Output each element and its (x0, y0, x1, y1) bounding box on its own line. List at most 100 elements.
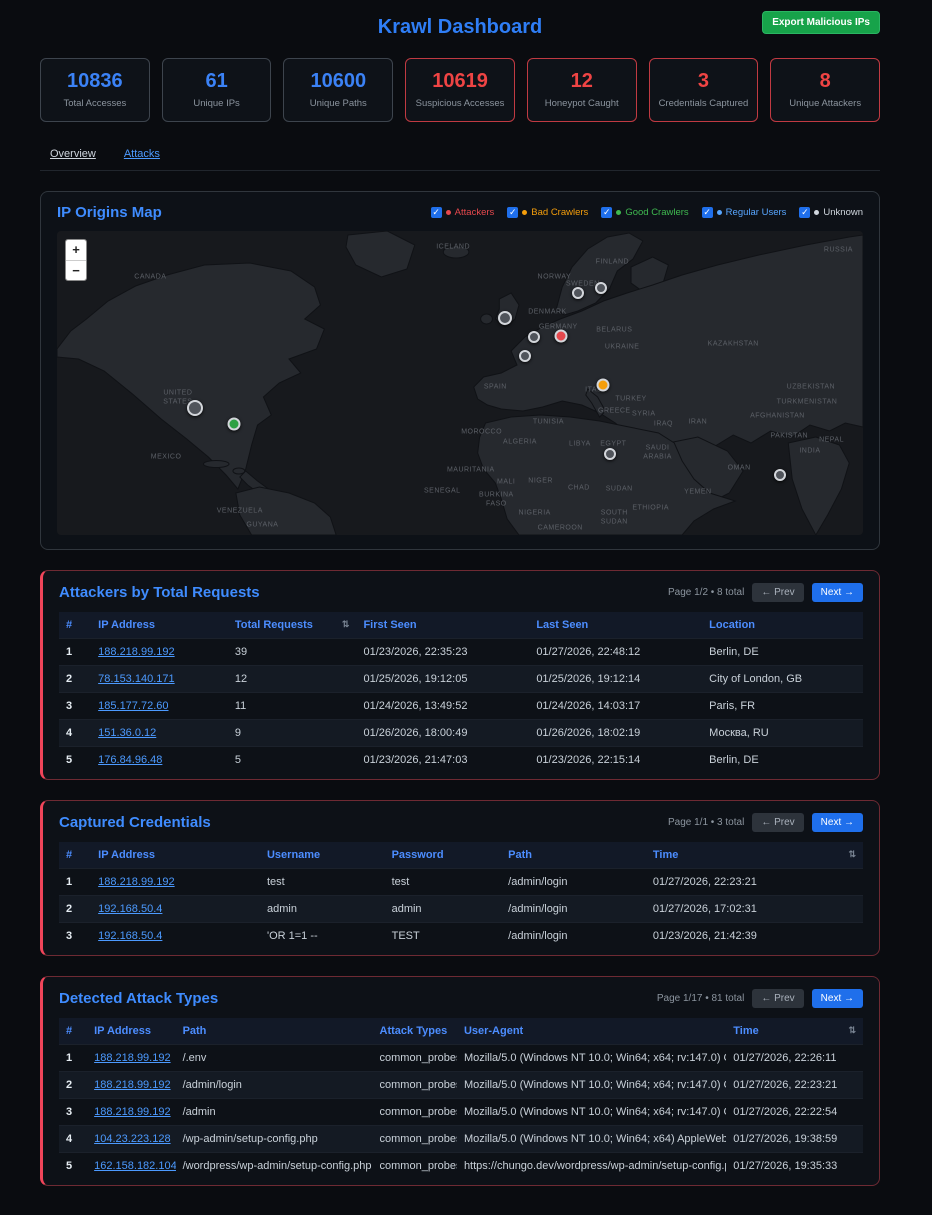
stat-card: 8Unique Attackers (770, 58, 880, 122)
map-section-header: IP Origins Map ✓Attackers✓Bad Crawlers✓G… (57, 204, 863, 221)
sort-icon[interactable]: ⇅ (342, 619, 350, 630)
cell: 162.158.182.104 (87, 1153, 175, 1180)
cell: 192.168.50.4 (91, 923, 260, 950)
cell: 185.177.72.60 (91, 693, 228, 720)
column-header[interactable]: Total Requests⇅ (228, 612, 357, 639)
legend-item: ✓Good Crawlers (601, 207, 688, 218)
legend-dot-icon (814, 210, 819, 215)
cell: https://chungo.dev/wordpress/wp-admin/se… (457, 1153, 726, 1180)
attack-types-table: #IP AddressPathAttack TypesUser-AgentTim… (59, 1018, 863, 1179)
column-header[interactable]: Time⇅ (646, 842, 863, 869)
map-marker-unknown[interactable] (595, 282, 607, 294)
ip-link[interactable]: 188.218.99.192 (94, 1079, 170, 1091)
ip-link[interactable]: 188.218.99.192 (98, 876, 174, 888)
ip-link[interactable]: 185.177.72.60 (98, 700, 168, 712)
cell: 4 (59, 1126, 87, 1153)
cell: 11 (228, 693, 357, 720)
column-header[interactable]: Time⇅ (726, 1018, 863, 1045)
table-row: 2188.218.99.192/admin/logincommon_probes… (59, 1072, 863, 1099)
legend-checkbox[interactable]: ✓ (601, 207, 612, 218)
cell: /admin/login (501, 923, 646, 950)
stat-value: 61 (167, 70, 267, 93)
cell: common_probes (373, 1045, 457, 1072)
cell: admin (385, 896, 502, 923)
zoom-out-button[interactable]: − (66, 260, 86, 280)
legend-checkbox[interactable]: ✓ (507, 207, 518, 218)
ip-link[interactable]: 162.158.182.104 (94, 1160, 175, 1172)
cell: 2 (59, 666, 91, 693)
table-row: 1188.218.99.192/.envcommon_probesMozilla… (59, 1045, 863, 1072)
world-map-continents (57, 231, 863, 535)
map-marker-unknown[interactable] (774, 469, 786, 481)
table-row: 278.153.140.1711201/25/2026, 19:12:0501/… (59, 666, 863, 693)
cell: 3 (59, 923, 91, 950)
cell: common_probes (373, 1126, 457, 1153)
page-title: Krawl Dashboard (378, 16, 542, 39)
cell: 01/27/2026, 19:35:33 (726, 1153, 863, 1180)
ip-link[interactable]: 192.168.50.4 (98, 903, 162, 915)
map-marker-unknown[interactable] (187, 400, 203, 416)
pagination-info: Page 1/17 • 81 total (657, 993, 744, 1004)
ip-link[interactable]: 176.84.96.48 (98, 754, 162, 766)
legend-label: Regular Users (726, 207, 787, 218)
ip-link[interactable]: 151.36.0.12 (98, 727, 156, 739)
tab-overview[interactable]: Overview (50, 148, 96, 160)
map-marker-bad[interactable] (596, 379, 609, 392)
sort-icon[interactable]: ⇅ (848, 849, 856, 860)
world-map[interactable]: ICELANDRUSSIAFINLANDNORWAYSWEDENCANADADE… (57, 231, 863, 535)
ip-link[interactable]: 188.218.99.192 (98, 646, 174, 658)
ip-link[interactable]: 78.153.140.171 (98, 673, 174, 685)
table-row: 1188.218.99.192testtest/admin/login01/27… (59, 869, 863, 896)
map-marker-good[interactable] (227, 418, 240, 431)
cell: 'OR 1=1 -- (260, 923, 385, 950)
sort-icon[interactable]: ⇅ (848, 1025, 856, 1036)
legend-checkbox[interactable]: ✓ (799, 207, 810, 218)
ip-link[interactable]: 192.168.50.4 (98, 930, 162, 942)
cell: 12 (228, 666, 357, 693)
stat-card: 12Honeypot Caught (527, 58, 637, 122)
map-marker-unknown[interactable] (519, 350, 531, 362)
legend-checkbox[interactable]: ✓ (431, 207, 442, 218)
cell: 01/25/2026, 19:12:14 (529, 666, 702, 693)
next-page-button[interactable]: Next → (812, 813, 863, 832)
attackers-by-total-requests-section: Attackers by Total Requests Page 1/2 • 8… (40, 570, 880, 780)
column-header: # (59, 1018, 87, 1045)
cell: 176.84.96.48 (91, 747, 228, 774)
map-marker-attacker[interactable] (555, 330, 568, 343)
table-row: 2192.168.50.4adminadmin/admin/login01/27… (59, 896, 863, 923)
cell: common_probes (373, 1099, 457, 1126)
map-marker-unknown[interactable] (498, 311, 512, 325)
cell: 188.218.99.192 (87, 1099, 175, 1126)
ip-link[interactable]: 104.23.223.128 (94, 1133, 170, 1145)
prev-page-button[interactable]: ← Prev (752, 989, 803, 1008)
cell: /wp-admin/setup-config.php (176, 1126, 373, 1153)
export-malicious-ips-button[interactable]: Export Malicious IPs (762, 11, 880, 34)
map-marker-unknown[interactable] (528, 331, 540, 343)
cell: common_probes (373, 1072, 457, 1099)
ip-link[interactable]: 188.218.99.192 (94, 1052, 170, 1064)
map-legend: ✓Attackers✓Bad Crawlers✓Good Crawlers✓Re… (431, 207, 863, 218)
next-page-button[interactable]: Next → (812, 989, 863, 1008)
cell: 01/24/2026, 14:03:17 (529, 693, 702, 720)
zoom-in-button[interactable]: + (66, 240, 86, 260)
cell: 3 (59, 1099, 87, 1126)
ip-link[interactable]: 188.218.99.192 (94, 1106, 170, 1118)
next-page-button[interactable]: Next → (812, 583, 863, 602)
tab-attacks[interactable]: Attacks (124, 148, 160, 160)
column-header: Last Seen (529, 612, 702, 639)
stat-card: 61Unique IPs (162, 58, 272, 122)
cell: test (260, 869, 385, 896)
stat-label: Total Accesses (45, 98, 145, 109)
prev-page-button[interactable]: ← Prev (752, 583, 803, 602)
legend-checkbox[interactable]: ✓ (702, 207, 713, 218)
ip-origins-map-section: IP Origins Map ✓Attackers✓Bad Crawlers✓G… (40, 191, 880, 550)
map-marker-unknown[interactable] (604, 448, 616, 460)
cell: 1 (59, 1045, 87, 1072)
cell: /admin/login (501, 869, 646, 896)
section-header: Attackers by Total Requests Page 1/2 • 8… (59, 583, 863, 602)
cell: Mozilla/5.0 (Windows NT 10.0; Win64; x64… (457, 1072, 726, 1099)
prev-page-button[interactable]: ← Prev (752, 813, 803, 832)
map-marker-unknown[interactable] (572, 287, 584, 299)
stat-card: 3Credentials Captured (649, 58, 759, 122)
stat-value: 10836 (45, 70, 145, 93)
